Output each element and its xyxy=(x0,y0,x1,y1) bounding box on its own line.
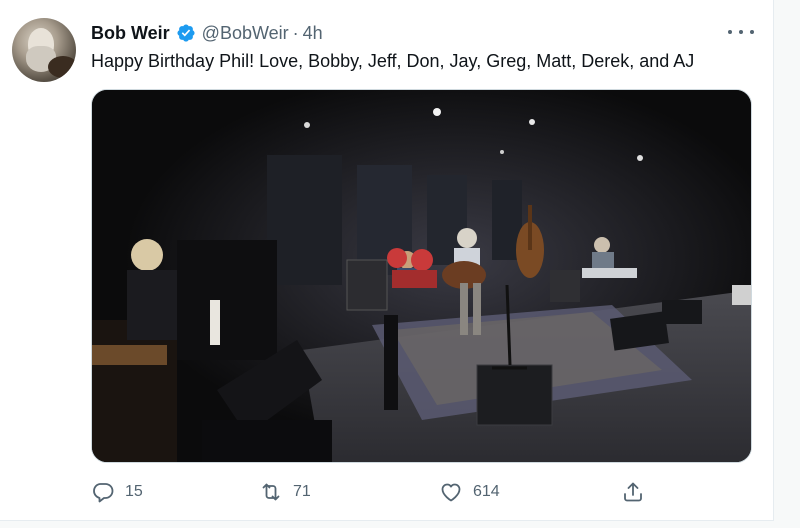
heart-icon xyxy=(441,483,461,502)
reply-button[interactable]: 15 xyxy=(91,478,143,506)
author-handle[interactable]: @BobWeir xyxy=(202,21,289,45)
like-count: 614 xyxy=(473,483,500,500)
more-icon[interactable] xyxy=(728,22,754,42)
verified-badge-icon xyxy=(176,23,196,43)
tweet-actions: 15 71 614 xyxy=(91,478,651,506)
avatar[interactable] xyxy=(12,18,76,82)
retweet-icon xyxy=(262,483,280,501)
like-button[interactable]: 614 xyxy=(439,478,500,506)
avatar-guitar xyxy=(48,56,76,78)
author-name[interactable]: Bob Weir xyxy=(91,21,170,45)
video-frame xyxy=(92,90,751,462)
retweet-button[interactable]: 71 xyxy=(259,478,311,506)
reply-icon xyxy=(93,483,114,503)
tweet-video[interactable] xyxy=(91,89,752,463)
share-icon xyxy=(624,482,642,502)
reply-count: 15 xyxy=(125,483,143,500)
separator-dot: · xyxy=(292,23,299,43)
timestamp[interactable]: 4h xyxy=(303,21,323,45)
tweet-header: Bob Weir @BobWeir · 4h xyxy=(91,21,323,45)
tweet-text: Happy Birthday Phil! Love, Bobby, Jeff, … xyxy=(91,51,695,71)
retweet-count: 71 xyxy=(293,483,311,500)
tweet-card[interactable]: Bob Weir @BobWeir · 4h Happy Birthday Ph… xyxy=(0,0,774,521)
share-button[interactable] xyxy=(621,478,645,506)
